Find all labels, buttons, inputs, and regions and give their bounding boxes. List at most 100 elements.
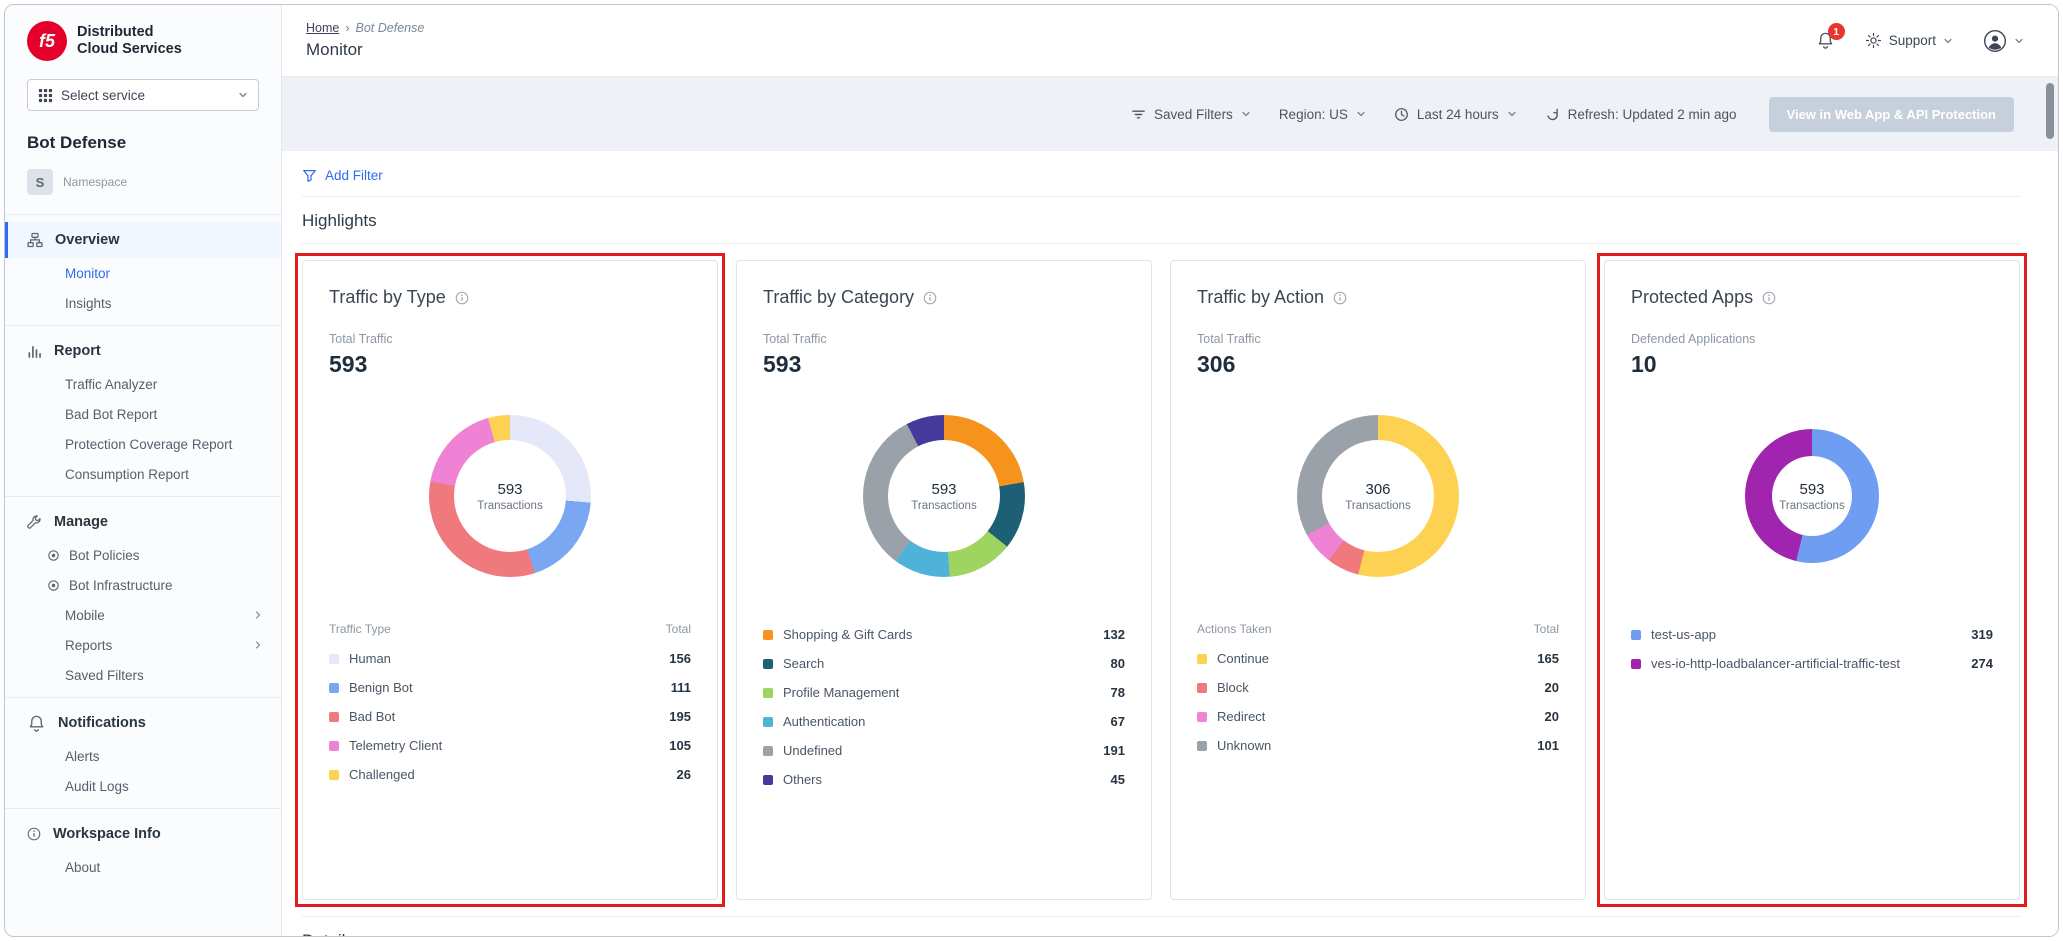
donut-chart-traffic-by-category[interactable]: 593 Transactions <box>863 415 1025 577</box>
donut-chart-traffic-by-action[interactable]: 306 Transactions <box>1297 415 1459 577</box>
sidebar-item-bad-bot-report[interactable]: Bad Bot Report <box>5 399 281 429</box>
legend-item-profile-management: Profile Management 78 <box>763 678 1125 707</box>
legend-item-challenged: Challenged 26 <box>329 760 691 789</box>
bars-icon <box>27 344 42 359</box>
info-icon[interactable] <box>455 291 469 305</box>
legend-swatch <box>329 741 339 751</box>
content-area: Add Filter Highlights Traffic by Type To… <box>282 151 2058 936</box>
sidebar-item-label: Saved Filters <box>65 668 144 683</box>
chevron-down-icon <box>1356 109 1366 119</box>
sidebar-item-label: Insights <box>65 296 112 311</box>
legend-item-label: Telemetry Client <box>349 738 442 753</box>
legend-item-value: 20 <box>1533 680 1559 695</box>
metric-label: Defended Applications <box>1631 332 1993 346</box>
sidebar-section-label: Report <box>54 343 101 359</box>
time-range-dropdown[interactable]: Last 24 hours <box>1394 107 1517 122</box>
sidebar-item-reports[interactable]: Reports <box>5 630 281 660</box>
namespace-selector: S Namespace <box>5 153 281 207</box>
sidebar-item-mobile[interactable]: Mobile <box>5 600 281 630</box>
sidebar-item-label: Audit Logs <box>65 779 129 794</box>
donut-center-value: 593 <box>1799 481 1824 498</box>
sidebar: f5 Distributed Cloud Services Select ser… <box>5 5 282 936</box>
legend-header-label: Traffic Type <box>329 622 391 636</box>
sidebar-section-label: Notifications <box>58 715 146 731</box>
sidebar-section-notifications[interactable]: Notifications <box>5 705 281 741</box>
namespace-badge[interactable]: S <box>27 169 53 195</box>
legend-item-redirect: Redirect 20 <box>1197 702 1559 731</box>
target-icon <box>47 579 60 592</box>
sidebar-item-bot-policies[interactable]: Bot Policies <box>5 540 281 570</box>
legend-item-value: 45 <box>1099 772 1125 787</box>
sidebar-item-traffic-analyzer[interactable]: Traffic Analyzer <box>5 369 281 399</box>
donut-area: 593 Transactions <box>1631 378 1993 614</box>
notifications-button[interactable]: 1 <box>1816 31 1835 50</box>
info-icon[interactable] <box>1762 291 1776 305</box>
info-icon[interactable] <box>923 291 937 305</box>
scrollbar-thumb[interactable] <box>2046 83 2054 139</box>
filter-lines-icon <box>1131 107 1146 122</box>
f5-logo-icon: f5 <box>27 21 67 61</box>
filter-bar: Add Filter <box>302 151 2020 197</box>
donut-chart-protected-apps[interactable]: 593 Transactions <box>1745 429 1879 563</box>
sidebar-item-about[interactable]: About <box>5 852 281 882</box>
sidebar-section-manage[interactable]: Manage <box>5 504 281 540</box>
legend-item-search: Search 80 <box>763 649 1125 678</box>
legend-header-value: Total <box>1534 622 1559 636</box>
saved-filters-dropdown[interactable]: Saved Filters <box>1131 107 1251 122</box>
chevron-down-icon <box>238 90 248 100</box>
legend-item-value: 105 <box>657 738 691 753</box>
sidebar-item-protection-coverage-report[interactable]: Protection Coverage Report <box>5 429 281 459</box>
sidebar-item-consumption-report[interactable]: Consumption Report <box>5 459 281 489</box>
sidebar-section-report[interactable]: Report <box>5 333 281 369</box>
chevron-down-icon <box>1507 109 1517 119</box>
donut-center-label: Transactions <box>1345 500 1410 512</box>
region-dropdown[interactable]: Region: US <box>1279 107 1366 122</box>
donut-chart-traffic-by-type[interactable]: 593 Transactions <box>429 415 591 577</box>
notification-badge: 1 <box>1828 23 1845 40</box>
account-menu[interactable] <box>1983 29 2024 53</box>
service-selector[interactable]: Select service <box>27 79 259 111</box>
legend-item-value: 20 <box>1533 709 1559 724</box>
card-traffic-by-type: Traffic by Type Total Traffic 593 593 Tr… <box>302 260 718 900</box>
legend-swatch <box>1197 741 1207 751</box>
legend-item-label: Continue <box>1217 651 1269 666</box>
legend-item-value: 78 <box>1099 685 1125 700</box>
highlights-section-title: Highlights <box>302 197 2020 244</box>
target-icon <box>47 549 60 562</box>
clock-icon <box>1394 107 1409 122</box>
bell-icon <box>27 714 46 733</box>
breadcrumb-home-link[interactable]: Home <box>306 21 339 35</box>
sidebar-section-overview[interactable]: Overview <box>5 222 281 258</box>
sidebar-item-label: Monitor <box>65 266 110 281</box>
metric-label: Total Traffic <box>329 332 691 346</box>
sidebar-section-workspace-info[interactable]: Workspace Info <box>5 816 281 852</box>
product-title: Bot Defense <box>5 111 281 153</box>
brand-line1: Distributed <box>77 24 182 41</box>
sidebar-item-monitor[interactable]: Monitor <box>5 258 281 288</box>
support-menu[interactable]: Support <box>1865 32 1953 49</box>
legend-swatch <box>763 746 773 756</box>
legend-item-bad-bot: Bad Bot 195 <box>329 702 691 731</box>
legend-item-label: Human <box>349 651 391 666</box>
refresh-button[interactable]: Refresh: Updated 2 min ago <box>1545 107 1737 122</box>
view-in-waap-button[interactable]: View in Web App & API Protection <box>1769 97 2014 132</box>
sidebar-item-alerts[interactable]: Alerts <box>5 741 281 771</box>
top-header: Home › Bot Defense Monitor 1 Support <box>282 5 2058 77</box>
legend-item-benign-bot: Benign Bot 111 <box>329 673 691 702</box>
sidebar-item-saved-filters[interactable]: Saved Filters <box>5 660 281 690</box>
donut-center-value: 593 <box>931 481 956 498</box>
legend-item-value: 67 <box>1099 714 1125 729</box>
card-title: Traffic by Type <box>329 287 691 308</box>
sidebar-item-insights[interactable]: Insights <box>5 288 281 318</box>
metric-value: 306 <box>1197 351 1559 378</box>
details-section-title: Details <box>302 916 2020 936</box>
filters-toolbar: Saved Filters Region: US Last 24 hours R… <box>282 77 2058 151</box>
info-icon[interactable] <box>1333 291 1347 305</box>
legend-item-value: 26 <box>665 767 691 782</box>
sidebar-item-audit-logs[interactable]: Audit Logs <box>5 771 281 801</box>
sidebar-item-bot-infrastructure[interactable]: Bot Infrastructure <box>5 570 281 600</box>
donut-center-label: Transactions <box>911 500 976 512</box>
add-filter-button[interactable]: Add Filter <box>302 168 383 183</box>
brand: f5 Distributed Cloud Services <box>5 5 281 71</box>
highlight-card-wrap: Traffic by Category Total Traffic 593 59… <box>736 260 1152 900</box>
